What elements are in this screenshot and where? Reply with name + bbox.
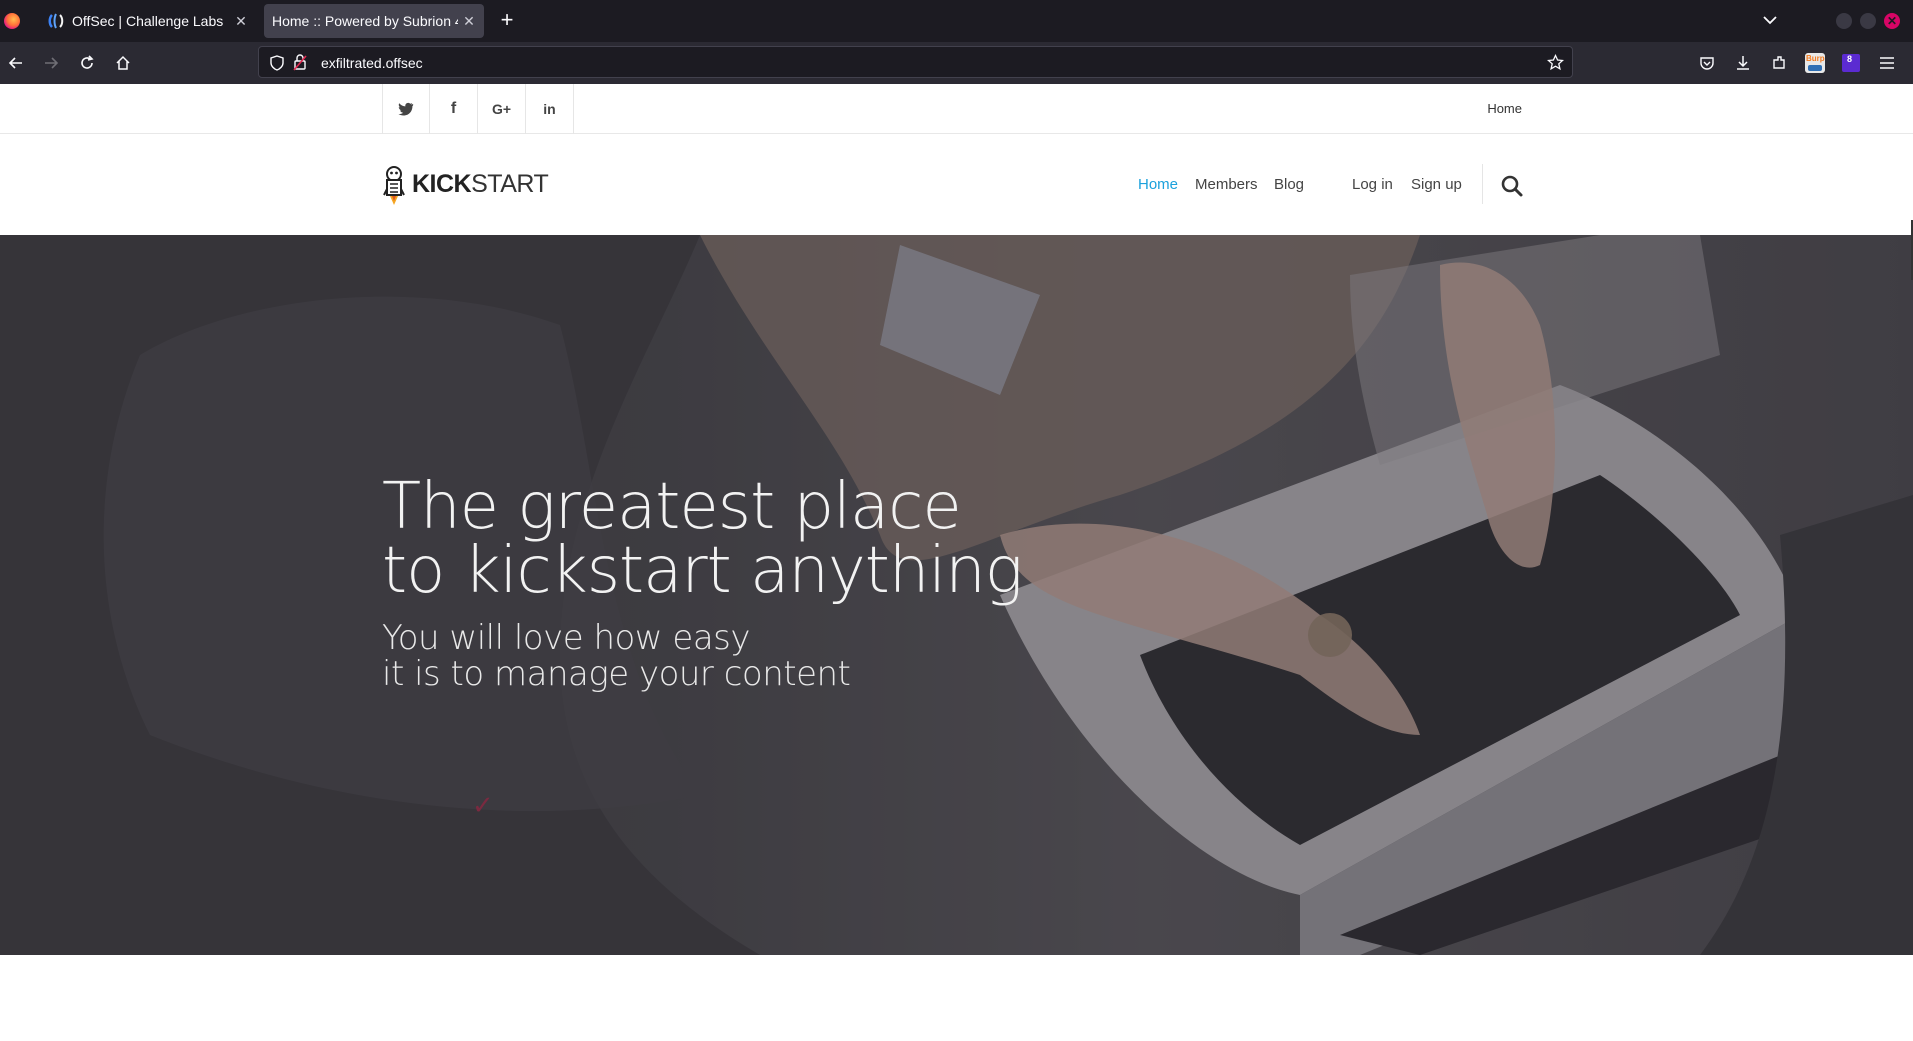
burp-label: Burp: [1806, 54, 1825, 63]
facebook-icon[interactable]: f: [430, 84, 478, 134]
nav-divider: [1482, 164, 1483, 204]
nav-signup[interactable]: Sign up: [1411, 176, 1462, 193]
nav-blog[interactable]: Blog: [1274, 176, 1304, 193]
hero-title-line: The greatest place: [382, 470, 962, 544]
new-tab-button[interactable]: +: [494, 8, 520, 34]
nav-members[interactable]: Members: [1195, 176, 1258, 193]
site-topbar: f G+ in Home: [0, 84, 1913, 134]
reload-icon: [81, 55, 94, 69]
tab-subrion[interactable]: Home :: Powered by Subrion 4.2 ✕: [264, 4, 484, 38]
scroll-down-icon[interactable]: ✓: [472, 790, 494, 821]
back-button[interactable]: [3, 51, 29, 75]
hero-subtitle: You will love how easy it is to manage y…: [382, 618, 851, 694]
forward-button[interactable]: [38, 51, 64, 75]
nav-login[interactable]: Log in: [1352, 176, 1393, 193]
hero-subtitle-line: it is to manage your content: [382, 654, 851, 694]
linkedin-icon[interactable]: in: [526, 84, 574, 134]
hero-banner: The greatest place to kickstart anything…: [0, 235, 1913, 955]
twitter-icon[interactable]: [382, 84, 430, 134]
foxyproxy-icon[interactable]: 8: [1839, 51, 1863, 75]
maximize-button[interactable]: [1860, 13, 1876, 29]
site-header: KICKSTART Home Members Blog Log in Sign …: [0, 134, 1913, 235]
close-icon[interactable]: ✕: [230, 13, 252, 30]
offsec-favicon-icon: [48, 13, 64, 29]
tab-title: Home :: Powered by Subrion 4.2: [272, 13, 458, 29]
url-bar[interactable]: exfiltrated.offsec: [258, 46, 1573, 78]
shield-icon[interactable]: [269, 55, 285, 71]
nav-home[interactable]: Home: [1138, 176, 1178, 193]
pocket-icon[interactable]: [1695, 51, 1719, 75]
firefox-icon[interactable]: [4, 13, 20, 29]
topbar-home-link[interactable]: Home: [1487, 101, 1522, 116]
chevron-down-icon[interactable]: [1760, 10, 1780, 30]
tab-offsec[interactable]: OffSec | Challenge Labs ✕: [38, 4, 256, 38]
arrow-left-icon: [8, 57, 22, 69]
extension-badge: 8: [1847, 54, 1853, 64]
web-page: f G+ in Home KICKSTART Home Members Blog…: [0, 84, 1913, 1041]
logo-light: START: [471, 170, 549, 198]
burp-extension-icon[interactable]: Burp: [1803, 51, 1827, 75]
close-icon[interactable]: ✕: [458, 13, 480, 30]
window-close-button[interactable]: ✕: [1884, 13, 1900, 29]
google-plus-icon[interactable]: G+: [478, 84, 526, 134]
arrow-right-icon: [45, 57, 59, 69]
hero-title-line: to kickstart anything: [382, 534, 1023, 608]
home-button[interactable]: [110, 51, 136, 75]
tab-title: OffSec | Challenge Labs: [72, 13, 224, 29]
home-icon: [116, 55, 130, 70]
extensions-icon[interactable]: [1767, 51, 1791, 75]
hamburger-menu-icon[interactable]: [1875, 51, 1899, 75]
hero-subtitle-line: You will love how easy: [382, 618, 751, 658]
rocket-logo-icon[interactable]: [381, 165, 407, 207]
logo-bold: KICK: [412, 170, 472, 198]
hero-title: The greatest place to kickstart anything: [382, 470, 1023, 608]
download-icon[interactable]: [1731, 51, 1755, 75]
reload-button[interactable]: [74, 51, 100, 75]
url-text: exfiltrated.offsec: [321, 55, 423, 71]
search-icon[interactable]: [1500, 174, 1524, 198]
browser-tab-bar: OffSec | Challenge Labs ✕ Home :: Powere…: [0, 0, 1913, 42]
star-icon[interactable]: [1547, 54, 1564, 71]
browser-nav-bar: exfiltrated.offsec Burp 8: [0, 42, 1913, 84]
minimize-button[interactable]: [1836, 13, 1852, 29]
site-logo[interactable]: KICKSTART: [412, 170, 549, 199]
lock-insecure-icon[interactable]: [293, 54, 307, 71]
